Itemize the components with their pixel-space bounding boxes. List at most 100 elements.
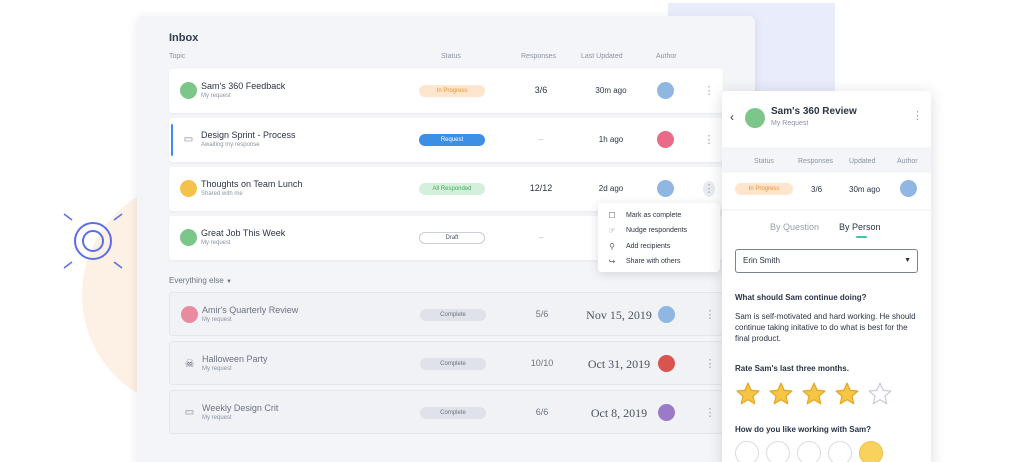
- star-filled-icon[interactable]: [834, 381, 860, 407]
- happy-face-icon[interactable]: [859, 441, 883, 462]
- person-select[interactable]: Erin Smith ▼: [735, 249, 918, 273]
- target-icon: [63, 213, 123, 269]
- row-subtitle: Awaiting my response: [201, 142, 260, 148]
- selected-indicator: [171, 124, 173, 156]
- face-icon[interactable]: [735, 441, 759, 462]
- status-badge: All Responded: [419, 183, 485, 195]
- status-badge: In Progress: [419, 85, 485, 97]
- person-select-value: Erin Smith: [743, 256, 780, 265]
- author-avatar: [657, 131, 674, 148]
- calendar-icon: ▭: [184, 407, 195, 418]
- avatar: [181, 306, 198, 323]
- menu-item-label: Add recipients: [626, 242, 671, 250]
- author-avatar: [657, 82, 674, 99]
- row-title: Amir's Quarterly Review: [202, 305, 299, 315]
- skull-icon: ☠: [184, 358, 195, 370]
- last-updated: Oct 8, 2019: [590, 406, 648, 420]
- menu-item-label: Share with others: [626, 257, 681, 265]
- star-filled-icon[interactable]: [768, 381, 794, 407]
- question-3: How do you like working with Sam?: [735, 425, 872, 434]
- detail-subtitle: My Request: [771, 120, 809, 127]
- avatar: [180, 82, 197, 99]
- row-title: Weekly Design Crit: [202, 403, 279, 413]
- star-rating[interactable]: [735, 381, 900, 407]
- more-options-icon[interactable]: ⋮: [704, 356, 716, 372]
- responses-count: –: [538, 134, 544, 144]
- responses-count: 5/6: [535, 309, 549, 319]
- face-icon[interactable]: [766, 441, 790, 462]
- table-row[interactable]: ▭ Design Sprint - Process Awaiting my re…: [169, 118, 723, 162]
- column-responses: Responses: [521, 53, 557, 60]
- row-subtitle: My request: [201, 240, 231, 246]
- row-title: Great Job This Week: [201, 228, 286, 238]
- row-context-menu: ☐ Mark as complete ☞ Nudge respondents ⚲ Ad…: [598, 203, 720, 272]
- row-subtitle: My request: [202, 415, 232, 421]
- column-author: Author: [656, 53, 677, 60]
- face-icon[interactable]: [797, 441, 821, 462]
- share-icon: ↪: [608, 256, 616, 266]
- more-options-icon[interactable]: ⋮: [912, 109, 923, 122]
- star-filled-icon[interactable]: [801, 381, 827, 407]
- everything-else-toggle[interactable]: Everything else ▼: [169, 276, 232, 285]
- status-badge: Complete: [420, 407, 486, 419]
- question-1: What should Sam continue doing?: [735, 293, 867, 302]
- tab-by-person[interactable]: By Person: [839, 222, 881, 232]
- face-icon[interactable]: [828, 441, 852, 462]
- detail-header-responses: Responses: [798, 158, 834, 165]
- table-row[interactable]: ☠ Halloween Party My request Complete 10…: [169, 341, 723, 385]
- detail-responses: 3/6: [811, 185, 823, 194]
- more-options-icon[interactable]: ⋮: [703, 83, 715, 99]
- last-updated: 2d ago: [598, 184, 624, 193]
- more-options-icon[interactable]: ⋮: [704, 307, 716, 323]
- last-updated: 30m ago: [595, 86, 627, 95]
- responses-count: 10/10: [530, 358, 554, 368]
- responses-count: 6/6: [535, 407, 549, 417]
- table-row[interactable]: Amir's Quarterly Review My request Compl…: [169, 292, 723, 336]
- column-last-updated: Last Updated: [581, 53, 623, 60]
- status-badge: Complete: [420, 358, 486, 370]
- row-subtitle: Shared with me: [201, 191, 243, 197]
- more-options-icon[interactable]: ⋮: [703, 132, 715, 148]
- detail-updated: 30m ago: [849, 185, 881, 194]
- star-empty-icon[interactable]: [867, 381, 893, 407]
- avatar: [180, 229, 197, 246]
- emoji-rating[interactable]: [735, 441, 890, 462]
- review-detail-panel: ‹ Sam's 360 Review My Request ⋮ Status R…: [722, 91, 931, 462]
- row-title: Design Sprint - Process: [201, 130, 296, 140]
- responses-count: 3/6: [534, 85, 548, 95]
- answer-1: Sam is self-motivated and hard working. …: [735, 312, 916, 343]
- row-subtitle: My request: [201, 93, 231, 99]
- menu-item-label: Nudge respondents: [626, 226, 688, 234]
- column-topic: Topic: [169, 53, 186, 60]
- calendar-icon: ▭: [183, 134, 194, 145]
- row-title: Sam's 360 Feedback: [201, 81, 286, 91]
- last-updated: Oct 31, 2019: [587, 357, 651, 371]
- menu-item-nudge[interactable]: ☞ Nudge respondents: [606, 223, 687, 237]
- taco-icon: [180, 180, 197, 197]
- thumb-icon: ☞: [608, 225, 616, 235]
- detail-header-status: Status: [754, 158, 774, 165]
- more-options-icon[interactable]: ⋮: [703, 181, 715, 197]
- column-status: Status: [441, 53, 461, 60]
- menu-item-mark-complete[interactable]: ☐ Mark as complete: [606, 208, 681, 222]
- add-person-icon: ⚲: [609, 241, 615, 251]
- tab-by-question[interactable]: By Question: [770, 222, 819, 232]
- question-2: Rate Sam's last three months.: [735, 364, 849, 373]
- table-row[interactable]: Sam's 360 Feedback My request In Progres…: [169, 69, 723, 113]
- author-avatar: [658, 355, 675, 372]
- row-subtitle: My request: [202, 366, 232, 372]
- back-icon[interactable]: ‹: [730, 110, 734, 124]
- menu-item-share[interactable]: ↪ Share with others: [606, 254, 681, 268]
- table-row[interactable]: ▭ Weekly Design Crit My request Complete…: [169, 390, 723, 434]
- avatar: [745, 108, 765, 128]
- status-badge: Complete: [420, 309, 486, 321]
- active-tab-indicator: [856, 236, 867, 238]
- more-options-icon[interactable]: ⋮: [704, 405, 716, 421]
- author-avatar: [658, 404, 675, 421]
- row-title: Halloween Party: [202, 354, 268, 364]
- detail-header-updated: Updated: [849, 158, 876, 165]
- row-subtitle: My request: [202, 317, 232, 323]
- menu-item-add-recipients[interactable]: ⚲ Add recipients: [606, 239, 670, 253]
- star-filled-icon[interactable]: [735, 381, 761, 407]
- inbox-title: Inbox: [169, 32, 199, 44]
